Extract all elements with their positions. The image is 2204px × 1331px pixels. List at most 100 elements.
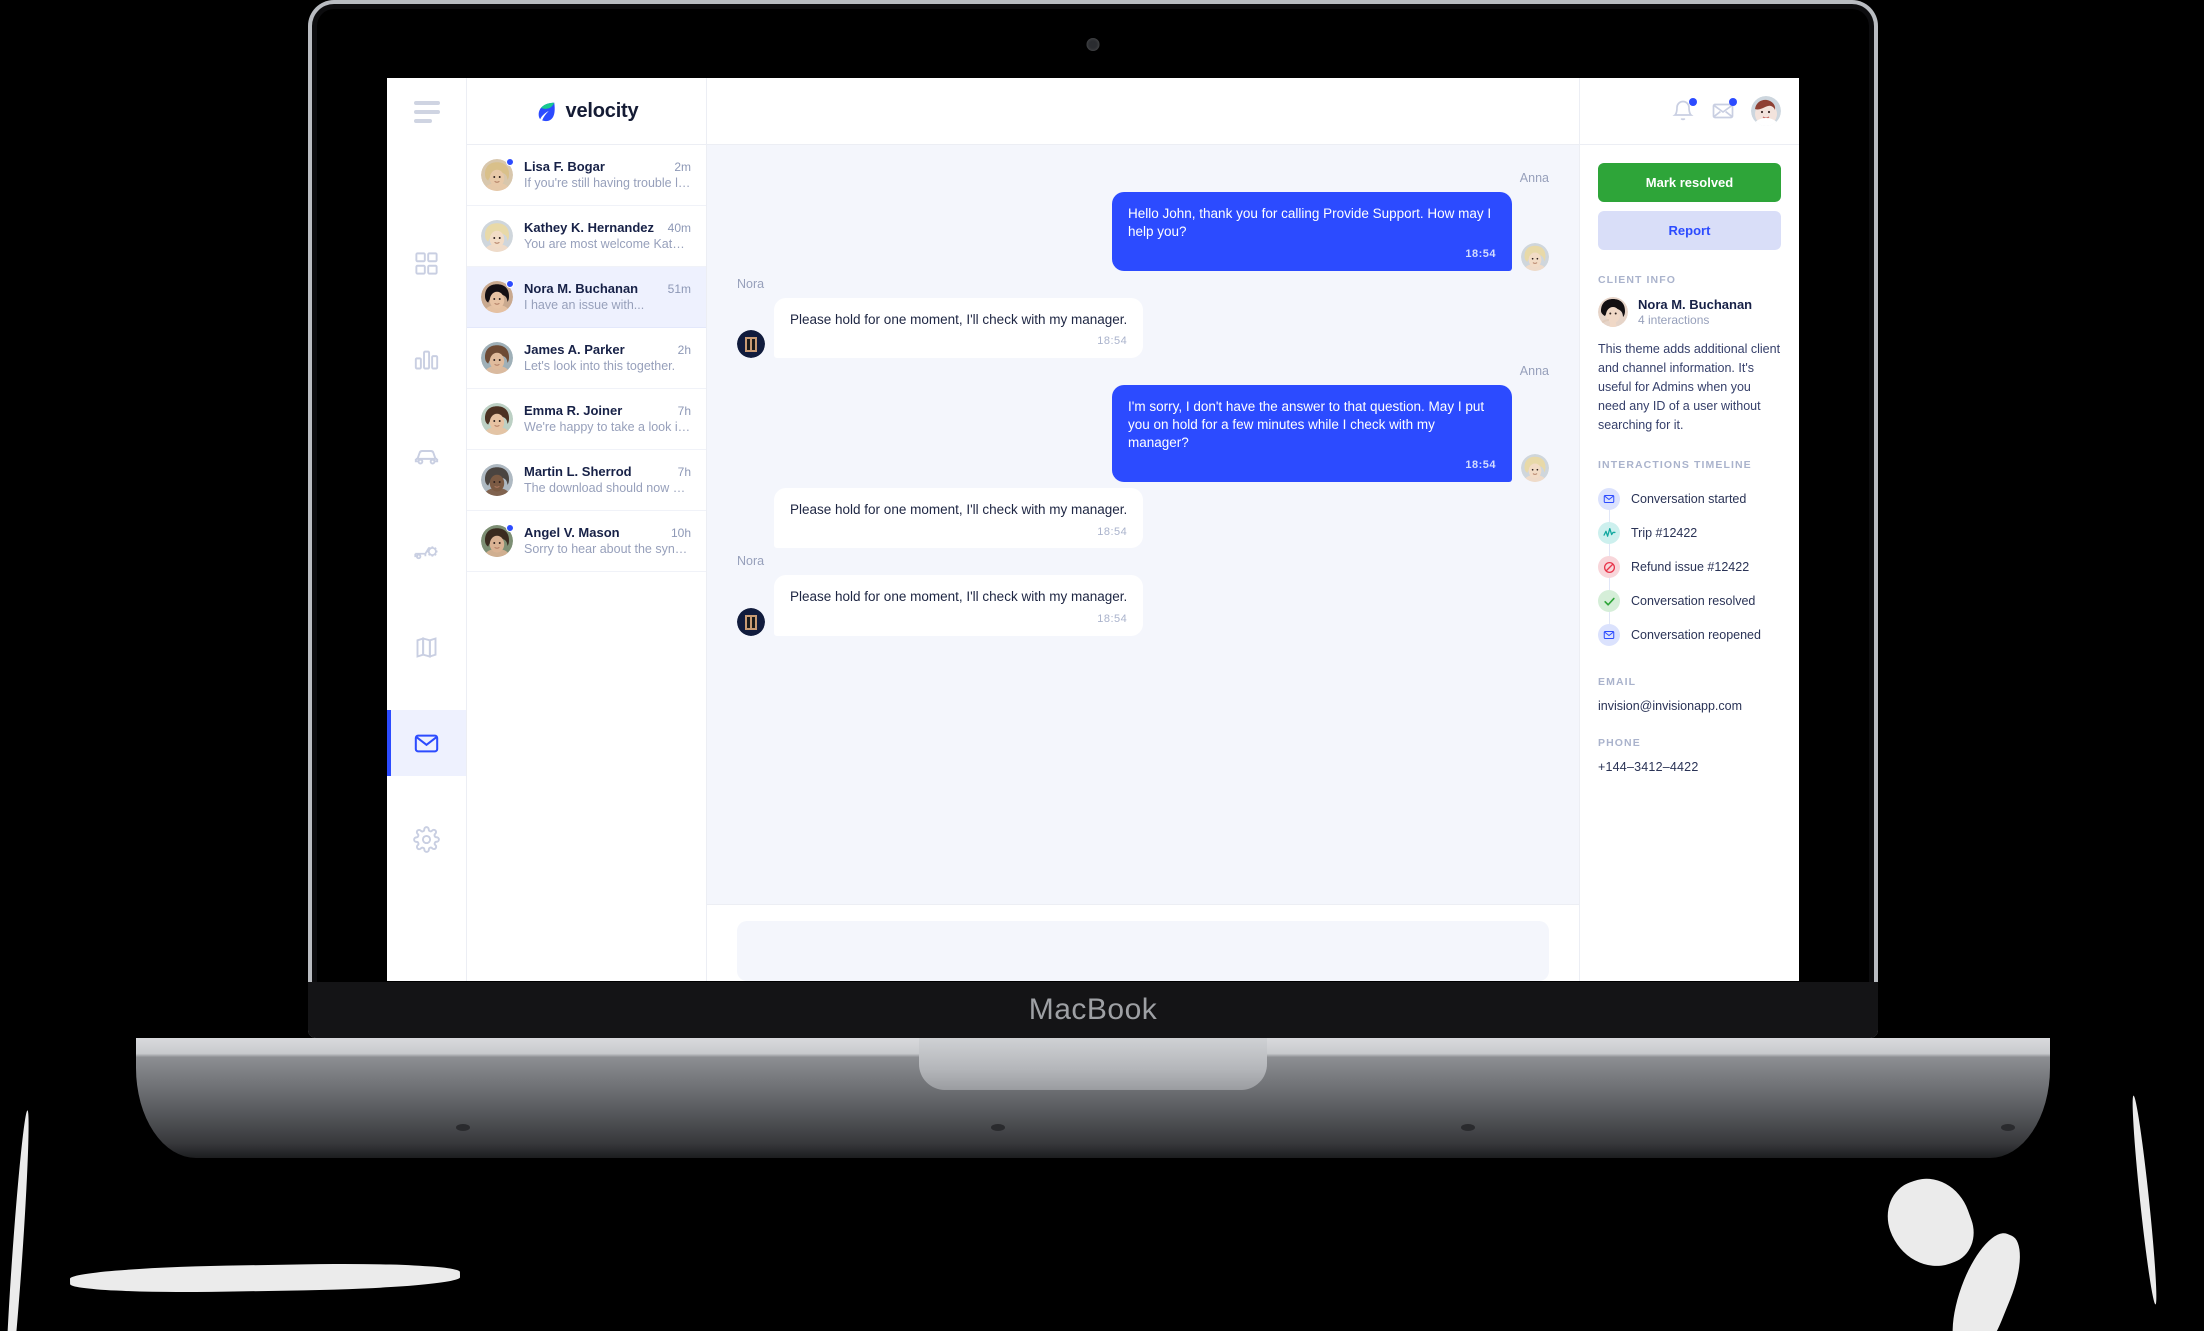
car-icon <box>414 449 439 464</box>
avatar <box>481 464 513 496</box>
conversation-items: Lisa F. Bogar 2m If you're still having … <box>467 145 706 572</box>
bar-chart-icon <box>414 350 439 369</box>
message-badge <box>1729 98 1737 106</box>
conversation-item[interactable]: James A. Parker 2h Let's look into this … <box>467 328 706 389</box>
message-block: Anna I'm sorry, I don't have the answer … <box>737 364 1549 482</box>
conversation-item[interactable]: Lisa F. Bogar 2m If you're still having … <box>467 145 706 206</box>
report-button[interactable]: Report <box>1598 211 1781 250</box>
message-bubble: Hello John, thank you for calling Provid… <box>1112 192 1512 271</box>
message-text: Please hold for one moment, I'll check w… <box>790 501 1128 517</box>
message-sender: Nora <box>737 554 765 569</box>
macbook-mockup: velocity Lisa F. Bogar 2m If you're stil… <box>136 0 2050 1158</box>
envelope-icon <box>1598 488 1620 510</box>
conversation-name: Nora M. Buchanan <box>524 281 639 296</box>
avatar <box>481 220 513 252</box>
conversation-preview: Let's look into this together. <box>524 359 676 373</box>
activity-icon <box>1598 522 1620 544</box>
brush-stroke-decor <box>1937 1225 2033 1331</box>
laptop-base-notch <box>919 1038 1267 1090</box>
hamburger-icon[interactable] <box>413 100 440 123</box>
message-block: Nora Please hold for one moment, I'll ch… <box>737 554 1549 636</box>
chat-header <box>707 78 1579 145</box>
message-row: Please hold for one moment, I'll check w… <box>737 575 1549 636</box>
client-summary: Nora M. Buchanan 4 interactions <box>1598 297 1781 327</box>
message-block: Please hold for one moment, I'll check w… <box>737 487 1549 549</box>
client-name: Nora M. Buchanan <box>1638 297 1753 312</box>
conversation-item[interactable]: Kathey K. Hernandez 40m You are most wel… <box>467 206 706 267</box>
message-time: 18:54 <box>1097 613 1128 626</box>
message-time: 18:54 <box>1465 458 1496 471</box>
notification-badge <box>1689 98 1697 106</box>
unread-dot <box>506 524 514 532</box>
client-description: This theme adds additional client and ch… <box>1598 342 1781 432</box>
map-icon <box>416 636 437 658</box>
phone-value: +144–3412–4422 <box>1598 760 1699 774</box>
bell-icon[interactable] <box>1671 98 1697 123</box>
conversation-preview: I have an issue with... <box>524 298 645 312</box>
message-time: 18:54 <box>1465 247 1496 260</box>
conversation-time: 2m <box>674 160 691 174</box>
conversation-time: 7h <box>677 404 691 418</box>
client-panel: Mark resolved Report CLIENT INFO Nora M.… <box>1579 78 1799 981</box>
message-text: Please hold for one moment, I'll check w… <box>790 311 1128 327</box>
brush-stroke-decor <box>69 1261 461 1295</box>
conversation-time: 40m <box>667 221 691 235</box>
sidebar-item-settings[interactable] <box>387 806 466 872</box>
message-text: Please hold for one moment, I'll check w… <box>790 589 1128 605</box>
sidebar-item-dashboard[interactable] <box>387 230 466 296</box>
mark-resolved-button[interactable]: Mark resolved <box>1598 163 1781 202</box>
message-text: I'm sorry, I don't have the answer to th… <box>1128 399 1485 451</box>
grid-icon <box>415 251 438 275</box>
icon-rail <box>387 78 467 981</box>
mail-icon <box>414 734 439 752</box>
rail-item-list <box>387 230 466 902</box>
block-icon <box>1598 556 1620 578</box>
avatar <box>481 158 514 191</box>
device-brand-label: MacBook <box>1028 993 1158 1026</box>
unread-dot <box>506 280 514 288</box>
timeline-item: Conversation resolved <box>1598 584 1781 635</box>
sidebar-item-messages[interactable] <box>387 710 466 776</box>
avatar[interactable] <box>1751 96 1781 126</box>
unread-dot <box>506 158 514 166</box>
sidebar-item-analytics[interactable] <box>387 326 466 392</box>
leaf-icon <box>535 100 557 122</box>
conversation-item[interactable]: Martin L. Sherrod 7h The download should… <box>467 450 706 511</box>
conversation-item[interactable]: Emma R. Joiner 7h We're happy to take a … <box>467 389 706 450</box>
timeline-item: Conversation started <box>1598 482 1781 533</box>
laptop-feet <box>136 1108 2050 1156</box>
envelope-icon[interactable] <box>1711 98 1737 123</box>
app-logo[interactable]: velocity <box>467 78 706 145</box>
conversation-preview: The download should now start... <box>524 481 691 495</box>
timeline-item: Conversation reopened <box>1598 618 1781 652</box>
message-bubble: Please hold for one moment, I'll check w… <box>774 575 1144 636</box>
conversation-preview: You are most welcome Kathey! <box>524 237 691 251</box>
sidebar-item-maps[interactable] <box>387 614 466 680</box>
sidebar-item-vehicles[interactable] <box>387 422 466 488</box>
brush-stroke-decor <box>1877 1167 1983 1279</box>
message-time: 18:54 <box>1097 525 1128 538</box>
message-text: Hello John, thank you for calling Provid… <box>1128 206 1492 239</box>
conversation-item[interactable]: Angel V. Mason 10h Sorry to hear about t… <box>467 511 706 572</box>
message-avatar <box>1521 242 1549 271</box>
laptop-brand-bar: MacBook <box>308 982 1878 1038</box>
timeline-item: Refund issue #12422 <box>1598 550 1781 601</box>
sidebar-item-maintenance[interactable] <box>387 518 466 584</box>
message-bubble: Please hold for one moment, I'll check w… <box>774 297 1144 359</box>
rail-top <box>387 78 466 145</box>
message-composer[interactable] <box>707 904 1579 981</box>
avatar-image <box>481 220 513 252</box>
conversation-item[interactable]: Nora M. Buchanan 51m I have an issue wit… <box>467 267 706 328</box>
conversation-name: Angel V. Mason <box>524 525 620 540</box>
timeline-label-text: Conversation resolved <box>1631 594 1756 608</box>
message-avatar <box>737 330 765 359</box>
message-input[interactable] <box>737 921 1549 981</box>
message-sender: Anna <box>1519 171 1549 185</box>
message-row: Hello John, thank you for calling Provid… <box>737 192 1549 271</box>
conversation-time: 7h <box>677 465 691 479</box>
brush-stroke-decor <box>1 1110 33 1331</box>
envelope-icon <box>1598 624 1620 646</box>
conversation-name: Emma R. Joiner <box>524 403 623 418</box>
conversation-name: Martin L. Sherrod <box>524 464 632 479</box>
app-logo-text: velocity <box>565 99 639 122</box>
